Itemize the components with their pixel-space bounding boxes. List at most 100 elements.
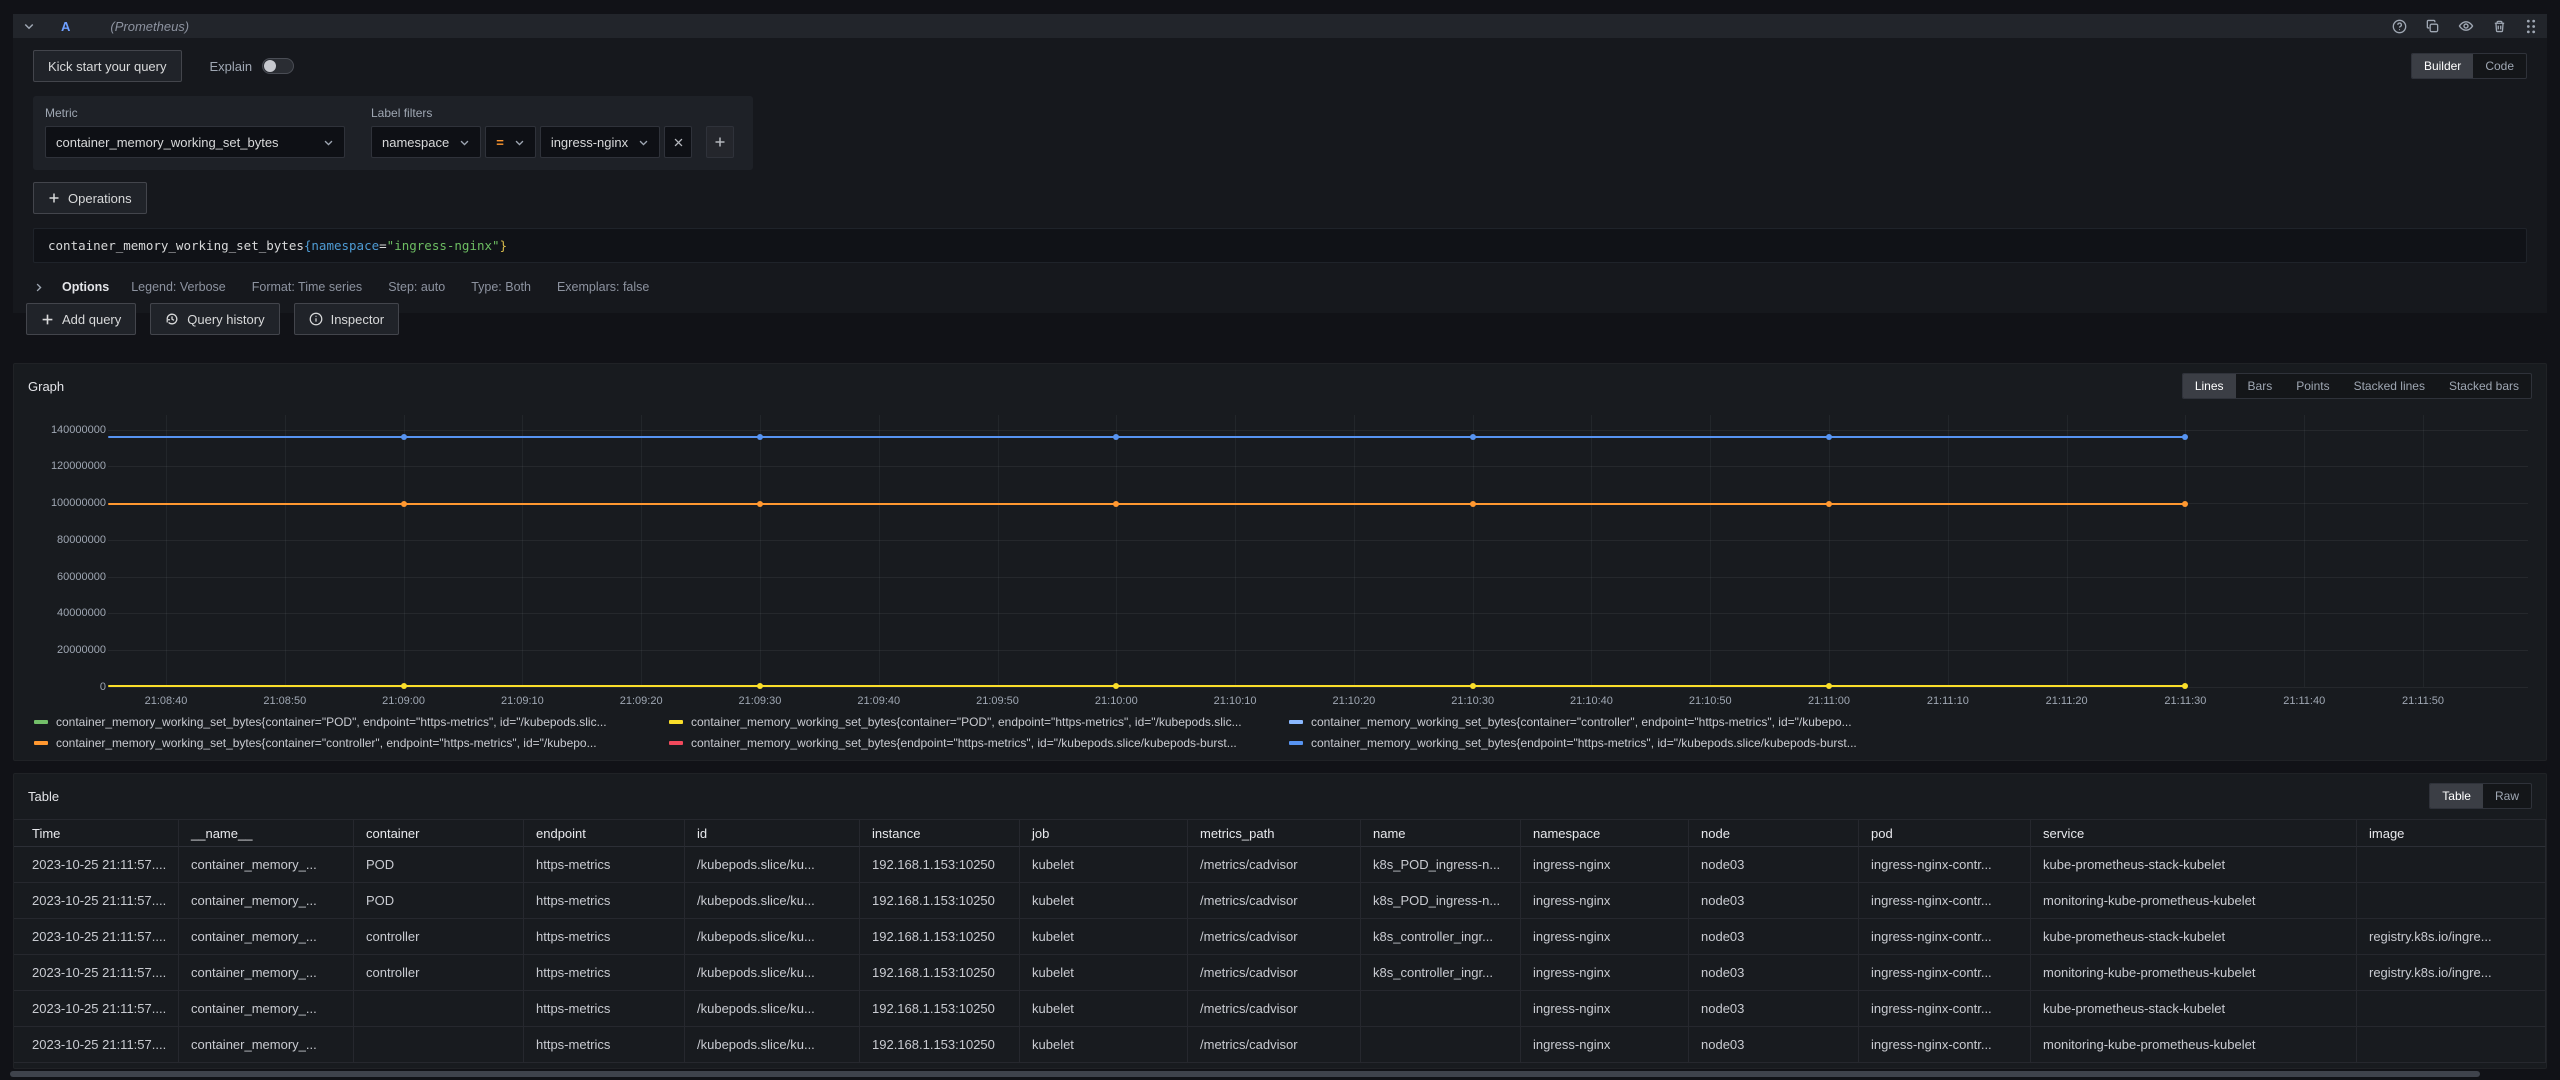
table-cell: controller <box>354 919 524 955</box>
table-cell <box>1361 1027 1521 1063</box>
column-header-metrics-path[interactable]: metrics_path <box>1188 820 1361 847</box>
series-point[interactable] <box>757 683 763 689</box>
gridline <box>1710 415 1711 687</box>
query-history-button[interactable]: Query history <box>150 303 279 335</box>
table-view-option-table[interactable]: Table <box>2430 784 2483 808</box>
mode-option-code[interactable]: Code <box>2473 54 2526 78</box>
series-point[interactable] <box>401 434 407 440</box>
gridline <box>2185 415 2186 687</box>
duplicate-query-icon[interactable] <box>2425 19 2440 34</box>
filter-key-select[interactable]: namespace <box>371 126 481 158</box>
table-cell: 192.168.1.153:10250 <box>860 991 1020 1027</box>
collapse-query-icon[interactable] <box>23 20 35 32</box>
gridline <box>1235 415 1236 687</box>
remove-filter-button[interactable] <box>664 126 692 158</box>
table-cell: ingress-nginx <box>1521 847 1689 883</box>
mode-option-builder[interactable]: Builder <box>2412 54 2473 78</box>
legend-item[interactable]: container_memory_working_set_bytes{endpo… <box>1289 736 2532 750</box>
gridline <box>285 415 286 687</box>
horizontal-scrollbar[interactable] <box>10 1071 2480 1077</box>
graph-style-option-stacked-lines[interactable]: Stacked lines <box>2342 374 2437 398</box>
column-header-name[interactable]: __name__ <box>179 820 354 847</box>
options-label[interactable]: Options <box>62 280 109 294</box>
query-editor-body: Kick start your query Explain BuilderCod… <box>13 38 2547 313</box>
series-point[interactable] <box>1826 683 1832 689</box>
x-axis-tick-label: 21:09:40 <box>857 695 900 707</box>
option-summary-item: Exemplars: false <box>557 280 649 294</box>
series-point[interactable] <box>1470 501 1476 507</box>
expand-options-icon[interactable] <box>33 282 44 293</box>
hide-response-icon[interactable] <box>2458 18 2474 34</box>
table-cell: 192.168.1.153:10250 <box>860 883 1020 919</box>
table-cell: POD <box>354 847 524 883</box>
y-axis-tick-label: 20000000 <box>28 644 106 656</box>
column-header-node[interactable]: node <box>1689 820 1859 847</box>
x-axis-tick-label: 21:09:00 <box>382 695 425 707</box>
option-summary-item: Type: Both <box>471 280 531 294</box>
metric-select[interactable]: container_memory_working_set_bytes <box>45 126 345 158</box>
explain-toggle[interactable] <box>262 58 294 74</box>
drag-handle-icon[interactable] <box>2525 19 2537 34</box>
column-header-container[interactable]: container <box>354 820 524 847</box>
column-header-service[interactable]: service <box>2031 820 2357 847</box>
query-history-label: Query history <box>187 312 264 327</box>
column-header-pod[interactable]: pod <box>1859 820 2031 847</box>
legend-item[interactable]: container_memory_working_set_bytes{conta… <box>34 715 669 729</box>
series-point[interactable] <box>1470 434 1476 440</box>
gridline <box>522 415 523 687</box>
column-header-namespace[interactable]: namespace <box>1521 820 1689 847</box>
legend-label: container_memory_working_set_bytes{conta… <box>1311 715 1852 729</box>
series-point[interactable] <box>1826 434 1832 440</box>
legend-item[interactable]: container_memory_working_set_bytes{endpo… <box>669 736 1289 750</box>
graph-style-option-bars[interactable]: Bars <box>2236 374 2285 398</box>
legend-item[interactable]: container_memory_working_set_bytes{conta… <box>34 736 669 750</box>
plus-icon <box>41 313 54 326</box>
x-axis-tick-label: 21:09:50 <box>976 695 1019 707</box>
table-cell: monitoring-kube-prometheus-kubelet <box>2031 955 2357 991</box>
table-cell: /kubepods.slice/ku... <box>685 955 860 991</box>
remove-query-icon[interactable] <box>2492 19 2507 34</box>
graph-style-option-points[interactable]: Points <box>2284 374 2341 398</box>
series-point[interactable] <box>401 501 407 507</box>
series-point[interactable] <box>757 501 763 507</box>
y-axis-tick-label: 100000000 <box>28 497 106 509</box>
column-header-Time[interactable]: Time <box>14 820 179 847</box>
column-header-name[interactable]: name <box>1361 820 1521 847</box>
table-panel: Table TableRaw Time__name__containerendp… <box>13 773 2547 1069</box>
column-header-job[interactable]: job <box>1020 820 1188 847</box>
table-cell <box>2357 1027 2546 1063</box>
add-operations-button[interactable]: Operations <box>33 182 147 214</box>
series-point[interactable] <box>2182 434 2188 440</box>
x-axis-tick-label: 21:08:50 <box>263 695 306 707</box>
series-point[interactable] <box>1113 434 1119 440</box>
graph-style-option-stacked-bars[interactable]: Stacked bars <box>2437 374 2531 398</box>
query-preview: container_memory_working_set_bytes{names… <box>33 228 2527 263</box>
help-icon[interactable] <box>2392 19 2407 34</box>
series-point[interactable] <box>757 434 763 440</box>
options-summary: Legend: VerboseFormat: Time seriesStep: … <box>131 280 649 294</box>
add-filter-button[interactable] <box>706 126 734 158</box>
legend-item[interactable]: container_memory_working_set_bytes{conta… <box>1289 715 2532 729</box>
y-axis-tick-label: 140000000 <box>28 424 106 436</box>
add-query-button[interactable]: Add query <box>26 303 136 335</box>
series-point[interactable] <box>1470 683 1476 689</box>
column-header-instance[interactable]: instance <box>860 820 1020 847</box>
legend-item[interactable]: container_memory_working_set_bytes{conta… <box>669 715 1289 729</box>
column-header-endpoint[interactable]: endpoint <box>524 820 685 847</box>
graph-style-option-lines[interactable]: Lines <box>2183 374 2236 398</box>
series-point[interactable] <box>1113 501 1119 507</box>
series-point[interactable] <box>401 683 407 689</box>
column-header-id[interactable]: id <box>685 820 860 847</box>
series-point[interactable] <box>2182 501 2188 507</box>
time-series-plot[interactable]: 0200000004000000060000000800000001000000… <box>28 405 2532 707</box>
table-view-option-raw[interactable]: Raw <box>2483 784 2531 808</box>
gridline <box>1829 415 1830 687</box>
inspector-button[interactable]: Inspector <box>294 303 399 335</box>
kick-start-query-button[interactable]: Kick start your query <box>33 50 182 82</box>
series-point[interactable] <box>1826 501 1832 507</box>
filter-operator-select[interactable]: = <box>485 126 536 158</box>
explore-page: A (Prometheus) <box>0 0 2560 1080</box>
filter-value-select[interactable]: ingress-nginx <box>540 126 660 158</box>
query-ref-id: A <box>61 19 70 34</box>
column-header-image[interactable]: image <box>2357 820 2546 847</box>
